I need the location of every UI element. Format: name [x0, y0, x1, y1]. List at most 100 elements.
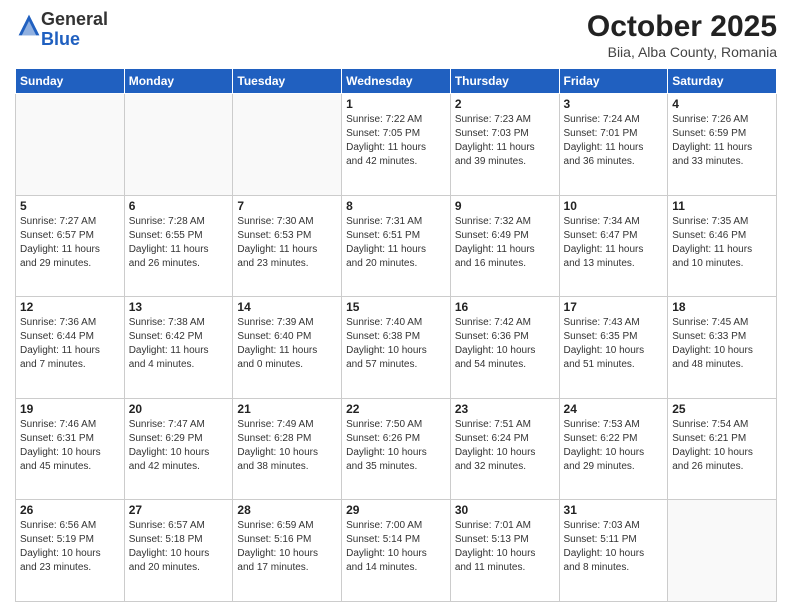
- calendar-week-row: 19 Sunrise: 7:46 AM Sunset: 6:31 PM Dayli…: [16, 398, 777, 500]
- day-info: Sunrise: 7:34 AM Sunset: 6:47 PM Dayligh…: [564, 215, 664, 271]
- day-info: Sunrise: 7:27 AM Sunset: 6:57 PM Dayligh…: [20, 215, 120, 271]
- table-row: 4 Sunrise: 7:26 AM Sunset: 6:59 PM Daylig…: [668, 94, 777, 196]
- table-row: 21 Sunrise: 7:49 AM Sunset: 6:28 PM Dayli…: [233, 398, 342, 500]
- page-header: General Blue October 2025 Biia, Alba Cou…: [15, 10, 777, 60]
- day-info: Sunrise: 7:28 AM Sunset: 6:55 PM Dayligh…: [129, 215, 229, 271]
- col-monday: Monday: [124, 69, 233, 94]
- table-row: [16, 94, 125, 196]
- day-number: 10: [564, 199, 664, 213]
- table-row: 7Sunrise: 7:30 AM Sunset: 6:53 PM Daylig…: [233, 195, 342, 297]
- day-number: 20: [129, 402, 229, 416]
- day-info: Sunrise: 7:00 AM Sunset: 5:14 PM Dayligh…: [346, 519, 446, 575]
- day-info: Sunrise: 7:54 AM Sunset: 6:21 PM Dayligh…: [672, 418, 772, 474]
- day-info: Sunrise: 7:47 AM Sunset: 6:29 PM Dayligh…: [129, 418, 229, 474]
- table-row: 18Sunrise: 7:45 AM Sunset: 6:33 PM Dayli…: [668, 297, 777, 399]
- table-row: 17 Sunrise: 7:43 AM Sunset: 6:35 PM Dayli…: [559, 297, 668, 399]
- table-row: 29 Sunrise: 7:00 AM Sunset: 5:14 PM Dayli…: [342, 500, 451, 602]
- day-number: 26: [20, 503, 120, 517]
- table-row: 3Sunrise: 7:24 AM Sunset: 7:01 PM Daylig…: [559, 94, 668, 196]
- day-info: Sunrise: 7:35 AM Sunset: 6:46 PM Dayligh…: [672, 215, 772, 271]
- logo-text: General Blue: [41, 10, 108, 50]
- day-info: Sunrise: 6:59 AM Sunset: 5:16 PM Dayligh…: [237, 519, 337, 575]
- day-number: 17: [564, 300, 664, 314]
- table-row: 31 Sunrise: 7:03 AM Sunset: 5:11 PM Dayli…: [559, 500, 668, 602]
- day-info: Sunrise: 7:38 AM Sunset: 6:42 PM Dayligh…: [129, 316, 229, 372]
- calendar-header-row: Sunday Monday Tuesday Wednesday Thursday…: [16, 69, 777, 94]
- day-info: Sunrise: 7:32 AM Sunset: 6:49 PM Dayligh…: [455, 215, 555, 271]
- col-wednesday: Wednesday: [342, 69, 451, 94]
- day-number: 15: [346, 300, 446, 314]
- day-info: Sunrise: 7:42 AM Sunset: 6:36 PM Dayligh…: [455, 316, 555, 372]
- table-row: 28Sunrise: 6:59 AM Sunset: 5:16 PM Dayli…: [233, 500, 342, 602]
- day-number: 27: [129, 503, 229, 517]
- day-number: 1: [346, 97, 446, 111]
- col-tuesday: Tuesday: [233, 69, 342, 94]
- logo-icon: [17, 13, 41, 37]
- table-row: 1Sunrise: 7:22 AM Sunset: 7:05 PM Daylig…: [342, 94, 451, 196]
- logo: General Blue: [15, 10, 108, 50]
- logo-blue: Blue: [41, 29, 80, 49]
- table-row: 9 Sunrise: 7:32 AM Sunset: 6:49 PM Daylig…: [450, 195, 559, 297]
- table-row: 12Sunrise: 7:36 AM Sunset: 6:44 PM Dayli…: [16, 297, 125, 399]
- table-row: 16 Sunrise: 7:42 AM Sunset: 6:36 PM Dayli…: [450, 297, 559, 399]
- day-number: 11: [672, 199, 772, 213]
- day-info: Sunrise: 7:40 AM Sunset: 6:38 PM Dayligh…: [346, 316, 446, 372]
- table-row: 15 Sunrise: 7:40 AM Sunset: 6:38 PM Dayli…: [342, 297, 451, 399]
- day-info: Sunrise: 7:49 AM Sunset: 6:28 PM Dayligh…: [237, 418, 337, 474]
- table-row: [668, 500, 777, 602]
- day-number: 19: [20, 402, 120, 416]
- day-info: Sunrise: 7:43 AM Sunset: 6:35 PM Dayligh…: [564, 316, 664, 372]
- calendar-week-row: 26 Sunrise: 6:56 AM Sunset: 5:19 PM Dayli…: [16, 500, 777, 602]
- day-number: 31: [564, 503, 664, 517]
- title-block: October 2025 Biia, Alba County, Romania: [587, 10, 777, 60]
- day-info: Sunrise: 7:46 AM Sunset: 6:31 PM Dayligh…: [20, 418, 120, 474]
- day-info: Sunrise: 7:26 AM Sunset: 6:59 PM Dayligh…: [672, 113, 772, 169]
- day-info: Sunrise: 7:51 AM Sunset: 6:24 PM Dayligh…: [455, 418, 555, 474]
- table-row: 23Sunrise: 7:51 AM Sunset: 6:24 PM Dayli…: [450, 398, 559, 500]
- table-row: 8Sunrise: 7:31 AM Sunset: 6:51 PM Daylig…: [342, 195, 451, 297]
- calendar-week-row: 1Sunrise: 7:22 AM Sunset: 7:05 PM Daylig…: [16, 94, 777, 196]
- calendar-week-row: 12Sunrise: 7:36 AM Sunset: 6:44 PM Dayli…: [16, 297, 777, 399]
- table-row: 5 Sunrise: 7:27 AM Sunset: 6:57 PM Daylig…: [16, 195, 125, 297]
- day-info: Sunrise: 7:24 AM Sunset: 7:01 PM Dayligh…: [564, 113, 664, 169]
- day-info: Sunrise: 7:31 AM Sunset: 6:51 PM Dayligh…: [346, 215, 446, 271]
- col-sunday: Sunday: [16, 69, 125, 94]
- day-number: 14: [237, 300, 337, 314]
- day-number: 29: [346, 503, 446, 517]
- col-friday: Friday: [559, 69, 668, 94]
- day-number: 6: [129, 199, 229, 213]
- day-number: 7: [237, 199, 337, 213]
- day-number: 25: [672, 402, 772, 416]
- table-row: 2 Sunrise: 7:23 AM Sunset: 7:03 PM Daylig…: [450, 94, 559, 196]
- table-row: 30Sunrise: 7:01 AM Sunset: 5:13 PM Dayli…: [450, 500, 559, 602]
- day-number: 16: [455, 300, 555, 314]
- calendar-subtitle: Biia, Alba County, Romania: [587, 44, 777, 60]
- day-info: Sunrise: 6:56 AM Sunset: 5:19 PM Dayligh…: [20, 519, 120, 575]
- calendar-week-row: 5 Sunrise: 7:27 AM Sunset: 6:57 PM Daylig…: [16, 195, 777, 297]
- day-number: 4: [672, 97, 772, 111]
- table-row: 10 Sunrise: 7:34 AM Sunset: 6:47 PM Dayli…: [559, 195, 668, 297]
- day-number: 22: [346, 402, 446, 416]
- table-row: 24Sunrise: 7:53 AM Sunset: 6:22 PM Dayli…: [559, 398, 668, 500]
- day-number: 21: [237, 402, 337, 416]
- table-row: 22 Sunrise: 7:50 AM Sunset: 6:26 PM Dayli…: [342, 398, 451, 500]
- table-row: 25 Sunrise: 7:54 AM Sunset: 6:21 PM Dayli…: [668, 398, 777, 500]
- col-thursday: Thursday: [450, 69, 559, 94]
- day-number: 13: [129, 300, 229, 314]
- col-saturday: Saturday: [668, 69, 777, 94]
- day-number: 5: [20, 199, 120, 213]
- table-row: 14 Sunrise: 7:39 AM Sunset: 6:40 PM Dayli…: [233, 297, 342, 399]
- day-number: 2: [455, 97, 555, 111]
- day-info: Sunrise: 7:23 AM Sunset: 7:03 PM Dayligh…: [455, 113, 555, 169]
- day-info: Sunrise: 7:03 AM Sunset: 5:11 PM Dayligh…: [564, 519, 664, 575]
- day-info: Sunrise: 7:53 AM Sunset: 6:22 PM Dayligh…: [564, 418, 664, 474]
- table-row: [124, 94, 233, 196]
- day-info: Sunrise: 7:50 AM Sunset: 6:26 PM Dayligh…: [346, 418, 446, 474]
- day-number: 9: [455, 199, 555, 213]
- logo-general: General: [41, 9, 108, 29]
- day-info: Sunrise: 7:45 AM Sunset: 6:33 PM Dayligh…: [672, 316, 772, 372]
- day-info: Sunrise: 7:39 AM Sunset: 6:40 PM Dayligh…: [237, 316, 337, 372]
- day-number: 12: [20, 300, 120, 314]
- table-row: 13 Sunrise: 7:38 AM Sunset: 6:42 PM Dayli…: [124, 297, 233, 399]
- day-info: Sunrise: 6:57 AM Sunset: 5:18 PM Dayligh…: [129, 519, 229, 575]
